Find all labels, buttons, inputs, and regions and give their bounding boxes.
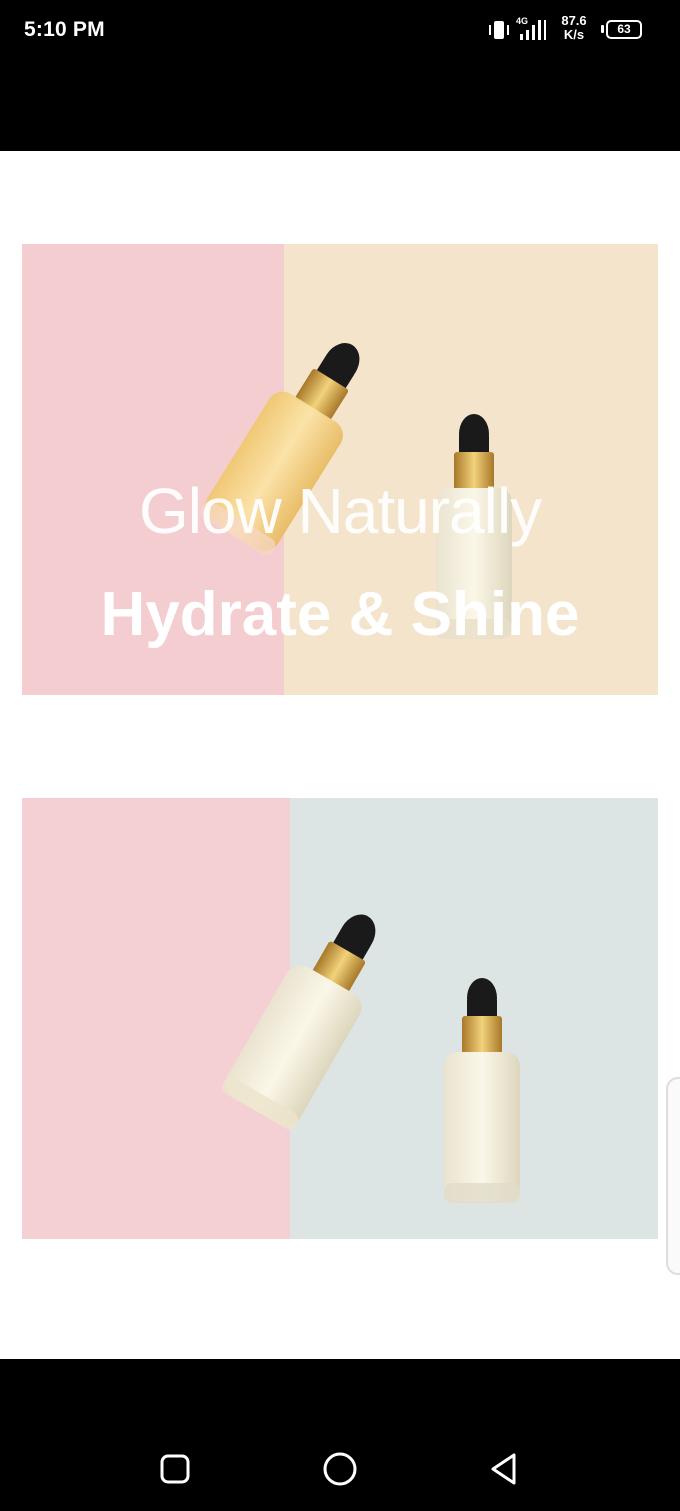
battery-nub bbox=[601, 25, 604, 33]
speed-unit: K/s bbox=[563, 27, 585, 42]
product-image-2[interactable] bbox=[22, 798, 658, 1239]
serum-bottles-illustration bbox=[222, 914, 520, 1203]
home-icon[interactable] bbox=[320, 1449, 360, 1489]
post-content[interactable]: Glow Naturally Hydrate & Shine bbox=[0, 151, 680, 1359]
scroll-handle[interactable] bbox=[666, 1077, 680, 1275]
network-speed: 87.6 K/s bbox=[554, 14, 594, 42]
vibrate-icon bbox=[489, 21, 509, 39]
back-icon[interactable] bbox=[485, 1449, 525, 1489]
headline-glow: Glow Naturally bbox=[138, 475, 542, 547]
status-icons: 4G 87.6 K/s 63 bbox=[488, 14, 658, 46]
product-image-1[interactable]: Glow Naturally Hydrate & Shine bbox=[22, 244, 658, 695]
battery-icon: 63 bbox=[606, 20, 642, 39]
status-bar: 5:10 PM 4G 87.6 K/s 63 bbox=[0, 0, 680, 62]
headline-hydrate: Hydrate & Shine bbox=[100, 580, 580, 649]
navigation-bar bbox=[0, 1359, 680, 1511]
speed-value: 87.6 bbox=[561, 13, 587, 28]
battery-level: 63 bbox=[617, 22, 631, 36]
signal-icon bbox=[520, 20, 546, 40]
status-time: 5:10 PM bbox=[24, 18, 105, 41]
recent-apps-icon[interactable] bbox=[155, 1449, 195, 1489]
